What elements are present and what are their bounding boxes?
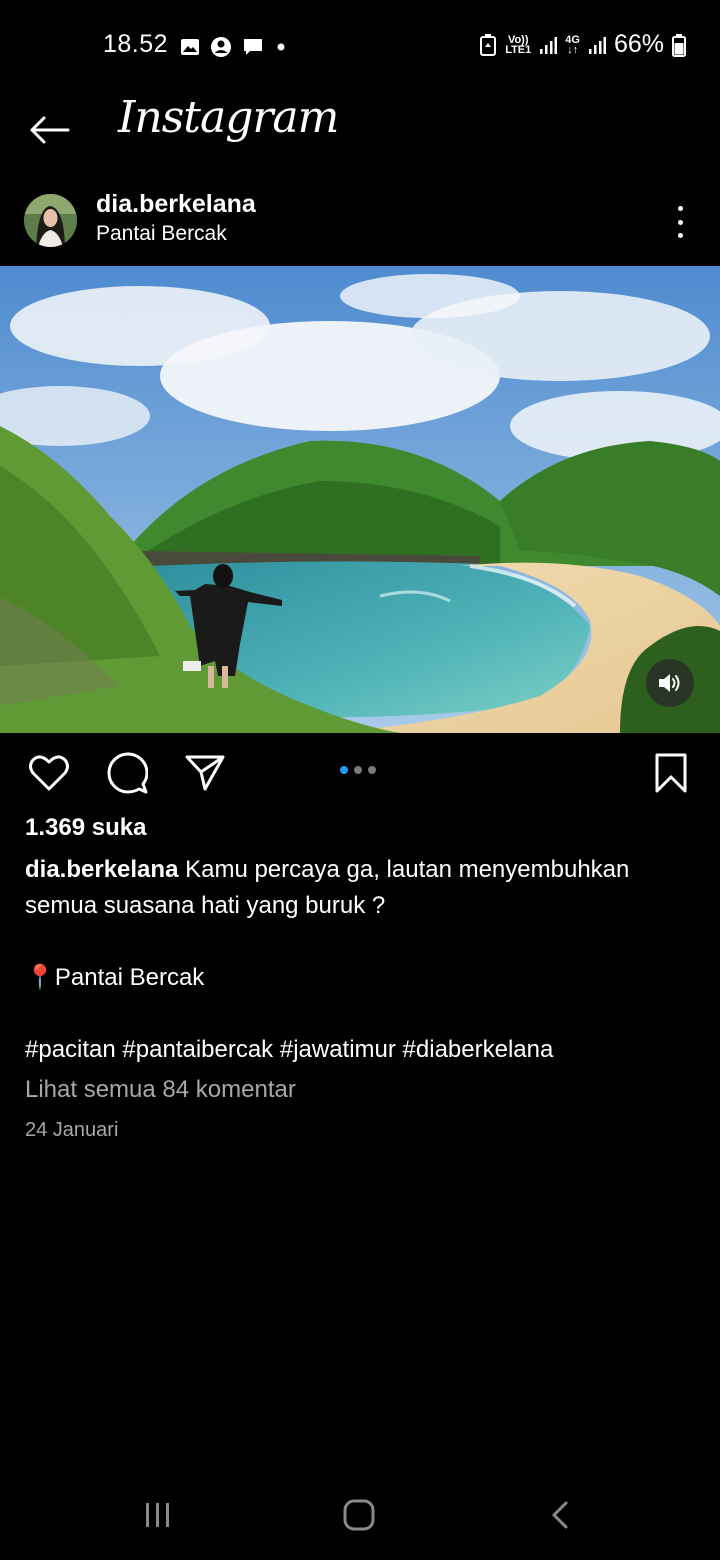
- caption-hashtags[interactable]: #pacitan #pantaibercak #jawatimur #diabe…: [25, 1032, 695, 1068]
- caption-username[interactable]: dia.berkelana: [25, 856, 178, 883]
- post-date: 24 Januari: [25, 1119, 119, 1141]
- battery-percent: 66%: [613, 30, 664, 58]
- action-bar: [0, 744, 720, 800]
- network-type: 4G ↓↑: [565, 33, 580, 56]
- bookmark-icon: [655, 753, 687, 793]
- view-comments-link[interactable]: Lihat semua 84 komentar: [25, 1076, 296, 1104]
- post-photo[interactable]: [0, 266, 720, 733]
- speaker-icon: [659, 674, 680, 692]
- comment-icon: [107, 752, 148, 794]
- caption-text: dia.berkelana Kamu percaya ga, lautan me…: [25, 852, 695, 924]
- carousel-dot: [368, 766, 376, 774]
- battery-icon: [672, 33, 686, 57]
- send-icon: [185, 755, 225, 791]
- signal-icon-1: [540, 36, 558, 54]
- instagram-logo: Instagram: [118, 92, 339, 143]
- gallery-icon: [181, 39, 199, 55]
- like-button[interactable]: [26, 752, 72, 794]
- arrow-left-icon: [30, 116, 70, 144]
- app-header: Instagram: [0, 92, 720, 172]
- avatar[interactable]: [24, 194, 77, 247]
- caption-location: 📍Pantai Bercak: [25, 964, 205, 991]
- likes-count[interactable]: 1.369 suka: [25, 814, 146, 842]
- save-button[interactable]: [648, 752, 694, 794]
- carousel-dot: [354, 766, 362, 774]
- nav-back-button[interactable]: [530, 1492, 590, 1538]
- comment-button[interactable]: [104, 752, 150, 794]
- status-right: Vo)) LTE1 4G ↓↑ 66%: [479, 30, 686, 59]
- post-location[interactable]: Pantai Bercak: [96, 222, 227, 246]
- dot-icon: [677, 206, 683, 211]
- network-type-label: 4G: [565, 33, 580, 46]
- caption: dia.berkelana Kamu percaya ga, lautan me…: [25, 852, 695, 1068]
- back-button[interactable]: [26, 110, 72, 150]
- account-icon: [211, 37, 231, 57]
- status-time: 18.52: [103, 30, 169, 58]
- home-icon: [343, 1499, 375, 1531]
- mute-button[interactable]: [646, 659, 694, 707]
- notification-icons: [180, 36, 288, 58]
- home-button[interactable]: [329, 1492, 389, 1538]
- lte-label: LTE1: [505, 43, 532, 56]
- heart-icon: [29, 755, 69, 791]
- system-nav-bar: [0, 1470, 720, 1560]
- post-header: dia.berkelana Pantai Bercak: [0, 188, 720, 254]
- carousel-dot-active: [340, 766, 348, 774]
- carousel-indicator: [340, 766, 376, 774]
- recent-apps-icon: [146, 1503, 169, 1527]
- signal-icon-2: [588, 36, 606, 54]
- post-username[interactable]: dia.berkelana: [96, 190, 256, 219]
- recent-apps-button[interactable]: [128, 1492, 188, 1538]
- message-icon: [244, 39, 262, 55]
- more-notifications-dot: [277, 43, 285, 51]
- dot-icon: [677, 233, 683, 238]
- share-button[interactable]: [182, 752, 228, 794]
- data-saver-icon: [480, 33, 497, 56]
- chevron-left-icon: [552, 1501, 568, 1529]
- beach-photo: [0, 266, 720, 733]
- status-bar: 18.52 Vo)) LTE1 4G ↓↑ 66%: [0, 0, 720, 92]
- volte-indicator: Vo)) LTE1: [505, 33, 532, 56]
- more-options-button[interactable]: [668, 206, 692, 238]
- data-arrows-icon: ↓↑: [567, 43, 579, 56]
- dot-icon: [677, 219, 683, 225]
- volte-label: Vo)): [507, 33, 529, 46]
